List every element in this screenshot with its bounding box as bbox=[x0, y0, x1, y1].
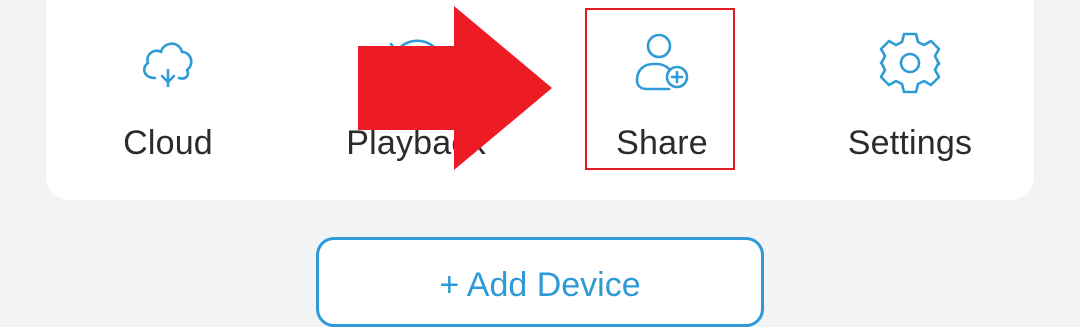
add-device-label: + Add Device bbox=[439, 266, 641, 304]
gear-icon bbox=[877, 30, 943, 96]
cloud-label: Cloud bbox=[123, 124, 213, 162]
cloud-action[interactable]: Cloud bbox=[68, 0, 268, 200]
settings-label: Settings bbox=[847, 124, 973, 162]
add-device-button[interactable]: + Add Device bbox=[316, 237, 764, 327]
settings-action[interactable]: Settings bbox=[810, 0, 1010, 200]
share-highlight-box bbox=[585, 8, 735, 170]
cloud-icon bbox=[135, 30, 201, 96]
red-arrow-right bbox=[358, 6, 552, 196]
